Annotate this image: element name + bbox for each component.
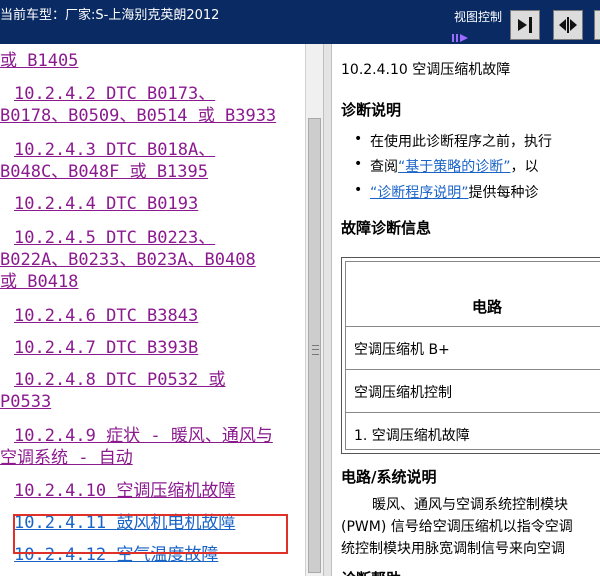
toc-item-line[interactable]: P0533 xyxy=(0,391,51,413)
toc-item-text: 10.2.4.5 DTC B0223、 xyxy=(14,228,216,248)
next-heading: 诊断帮助 xyxy=(341,568,401,576)
toc-item-line[interactable]: B048C、B048F 或 B1395 xyxy=(0,161,208,183)
bullet-2-prefix: 查阅 xyxy=(370,159,398,175)
toc-item-text: B022A、B0233、B023A、B0408 xyxy=(0,250,256,270)
toc-item-text: 或 B0418 xyxy=(0,272,79,292)
circuit-paragraph-line: 统控制模块用脉宽调制信号来向空调 xyxy=(341,541,565,557)
pane-splitter[interactable] xyxy=(323,44,332,576)
circuit-paragraph-line: 暖风、通风与空调系统控制模块 xyxy=(372,497,568,513)
toc-item-line[interactable]: 10.2.4.9 症状 - 暖风、通风与 xyxy=(14,425,273,447)
table-header: 电路 xyxy=(346,262,600,327)
toc-item-text: 10.2.4.8 DTC P0532 或 xyxy=(14,370,226,390)
expand-left-button[interactable] xyxy=(594,10,600,40)
toc-item-line[interactable]: 空调系统 - 自动 xyxy=(0,447,133,469)
toc-item-text: B048C、B048F 或 B1395 xyxy=(0,162,208,182)
circuit-paragraph-line: (PWM) 信号给空调压缩机以指令空调 xyxy=(341,519,573,535)
toc-item-text: 10.2.4.9 症状 - 暖风、通风与 xyxy=(14,426,273,446)
toc-item-line[interactable]: 或 B1405 xyxy=(0,50,78,72)
bullet-1: 在使用此诊断程序之前，执行 xyxy=(354,131,552,151)
table-row: 1. 空调压缩机故障 xyxy=(346,412,600,451)
toc-item-text: 10.2.4.6 DTC B3843 xyxy=(14,306,199,326)
table-cell: 空调压缩机 B+ xyxy=(354,342,450,358)
toc-item-text: B0178、B0509、B0514 或 B3933 xyxy=(0,106,277,126)
toc-item-text: 或 B1405 xyxy=(0,51,79,71)
table-header-cell: 电路 xyxy=(472,298,503,316)
split-arrows-icon xyxy=(559,17,577,33)
vehicle-title: 当前车型：厂家:S-上海别克英朗2012 xyxy=(0,8,220,23)
toc-item-line[interactable]: 10.2.4.7 DTC B393B xyxy=(14,337,198,359)
toc-item-text: 10.2.4.2 DTC B0173、 xyxy=(14,84,216,104)
diag-procedure-link[interactable]: “诊断程序说明” xyxy=(370,185,469,201)
current-item-highlight xyxy=(13,514,288,554)
expand-right-button[interactable] xyxy=(510,10,540,40)
toc-scrollbar[interactable] xyxy=(305,44,324,576)
arrow-right-bar-icon xyxy=(518,17,532,33)
toc-pane: 或 B1405 10.2.4.2 DTC B0173、 B0178、B0509、B0… xyxy=(0,44,305,576)
fault-heading: 故障诊断信息 xyxy=(341,219,432,237)
table-cell: 空调压缩机控制 xyxy=(354,385,452,401)
strategy-diag-link[interactable]: “基于策略的诊断” xyxy=(398,159,511,175)
toc-item-line[interactable]: 10.2.4.6 DTC B3843 xyxy=(14,305,198,327)
toc-item-line[interactable]: 或 B0418 xyxy=(0,271,78,293)
toc-item-line[interactable]: B022A、B0233、B023A、B0408 xyxy=(0,249,256,271)
toc-item-text: 10.2.4.7 DTC B393B xyxy=(14,338,199,358)
toc-item-line[interactable]: 10.2.4.4 DTC B0193 xyxy=(14,193,198,215)
bullet-2: 查阅“基于策略的诊断”，以 xyxy=(354,156,539,176)
bullet-2-suffix: ，以 xyxy=(510,159,539,175)
table-row: 空调压缩机 B+ xyxy=(346,326,600,370)
bullet-3: “诊断程序说明”提供每种诊 xyxy=(354,182,539,202)
circuit-heading: 电路/系统说明 xyxy=(341,468,437,486)
bullet-3-suffix: 提供每种诊 xyxy=(468,185,539,201)
grip-icon xyxy=(312,345,319,355)
table-row: 空调压缩机控制 xyxy=(346,369,600,413)
toc-item-text: 10.2.4.3 DTC B018A、 xyxy=(14,140,216,160)
toc-item-text: 10.2.4.10 空调压缩机故障 xyxy=(14,481,236,501)
split-resize-icon[interactable] xyxy=(452,28,472,42)
toc-item-line[interactable]: 10.2.4.3 DTC B018A、 xyxy=(14,139,215,161)
toc-item-line[interactable]: 10.2.4.8 DTC P0532 或 xyxy=(14,369,225,391)
page-title: 10.2.4.10 空调压缩机故障 xyxy=(341,62,511,78)
toc-item-line[interactable]: 10.2.4.2 DTC B0173、 xyxy=(14,83,215,105)
content-pane: 10.2.4.10 空调压缩机故障 诊断说明 在使用此诊断程序之前，执行 查阅“… xyxy=(332,44,600,576)
table-cell: 1. 空调压缩机故障 xyxy=(354,428,470,444)
view-control-label: 视图控制 xyxy=(454,10,503,24)
toc-item-line[interactable]: 10.2.4.5 DTC B0223、 xyxy=(14,227,215,249)
toc-item-text: 空调系统 - 自动 xyxy=(0,448,133,468)
diag-heading: 诊断说明 xyxy=(341,101,402,119)
toc-item-line[interactable]: B0178、B0509、B0514 或 B3933 xyxy=(0,105,276,127)
title-bar: 当前车型：厂家:S-上海别克英朗2012 视图控制 xyxy=(0,0,600,44)
toc-item-text: 10.2.4.4 DTC B0193 xyxy=(14,194,199,214)
fault-table: 电路 空调压缩机 B+ 空调压缩机控制 1. 空调压缩机故障 xyxy=(341,257,600,454)
toc-item-text: P0533 xyxy=(0,392,52,412)
toc-scrollbar-thumb[interactable] xyxy=(308,118,321,573)
toc-item-line[interactable]: 10.2.4.10 空调压缩机故障 xyxy=(14,480,235,502)
split-view-button[interactable] xyxy=(553,10,583,40)
fault-table-inner: 电路 空调压缩机 B+ 空调压缩机控制 1. 空调压缩机故障 xyxy=(345,261,600,450)
